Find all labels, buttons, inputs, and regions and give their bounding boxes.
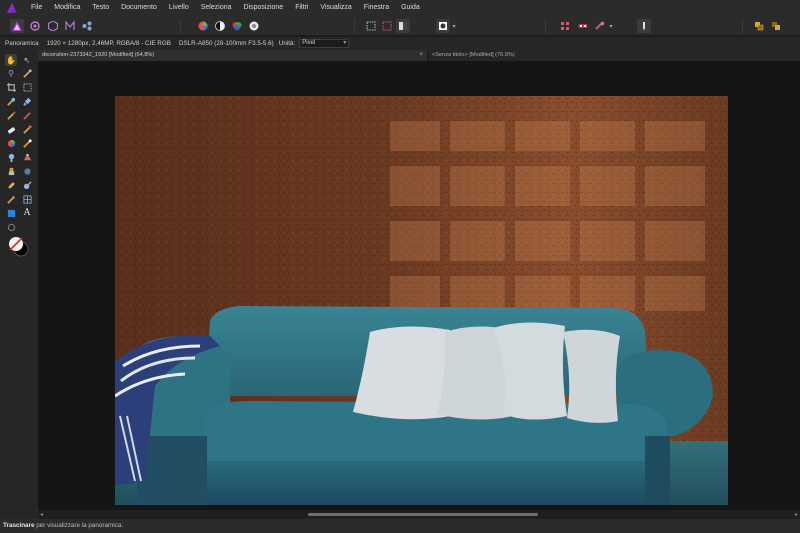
color-picker-icon[interactable] bbox=[21, 67, 33, 79]
app-logo-icon[interactable] bbox=[7, 3, 17, 13]
pen-icon[interactable] bbox=[5, 193, 17, 205]
hand-icon[interactable]: ✋ bbox=[5, 54, 17, 66]
scroll-left-icon[interactable]: ◂ bbox=[40, 511, 43, 518]
fill-icon[interactable] bbox=[5, 137, 17, 149]
toolbar: ▾ ▾ bbox=[0, 16, 800, 36]
photo-persona-icon[interactable] bbox=[10, 19, 24, 33]
tools-panel: ✋ ↖ ⚲ A bbox=[0, 50, 38, 519]
view-tool-icon[interactable] bbox=[5, 221, 17, 233]
context-tool-name: Panoramica bbox=[5, 40, 39, 47]
erase-brush-icon[interactable] bbox=[5, 123, 17, 135]
color-replace-icon[interactable] bbox=[21, 123, 33, 135]
menu-bar: File Modifica Testo Documento Livello Se… bbox=[0, 0, 800, 16]
lens-info: DSLR-A850 (28-100mm F3.5-5.6) bbox=[178, 40, 274, 47]
toolbar-separator bbox=[545, 19, 546, 33]
dodge-icon[interactable] bbox=[5, 151, 17, 163]
tab-decoration[interactable]: decoration-2373342_1920 [Modified] (64,8… bbox=[38, 50, 428, 61]
burn-icon[interactable] bbox=[21, 151, 33, 163]
chevron-down-icon[interactable]: ▾ bbox=[450, 19, 458, 33]
macro-record-icon[interactable] bbox=[593, 19, 607, 33]
mesh-warp-icon[interactable] bbox=[21, 193, 33, 205]
horizontal-scrollbar[interactable]: ◂ ▸ bbox=[38, 510, 800, 519]
inpainting-icon[interactable] bbox=[21, 179, 33, 191]
canvas-area[interactable] bbox=[38, 61, 800, 510]
selection-mode-subtract-icon[interactable] bbox=[380, 19, 394, 33]
marquee-icon[interactable] bbox=[21, 81, 33, 93]
menu-documento[interactable]: Documento bbox=[115, 0, 163, 16]
tab-decoration-label: decoration-2373342_1920 [Modified] (64,8… bbox=[42, 52, 155, 58]
scrollbar-thumb[interactable] bbox=[308, 513, 538, 516]
document-info: 1920 × 1280px, 2,46MP, RGBA/8 - CIE RGB bbox=[46, 40, 171, 47]
menu-visualizza[interactable]: Visualizza bbox=[314, 0, 357, 16]
snapping-icon[interactable] bbox=[558, 19, 572, 33]
move-icon[interactable]: ↖ bbox=[21, 54, 33, 66]
tab-untitled[interactable]: <Senza titolo> [Modified] (76,9%) bbox=[428, 50, 800, 61]
healing-brush-icon[interactable] bbox=[5, 179, 17, 191]
menu-seleziona[interactable]: Seleziona bbox=[195, 0, 238, 16]
units-label: Unità: bbox=[278, 40, 296, 47]
units-value: Pixel bbox=[302, 40, 316, 46]
color-swatches-icon[interactable] bbox=[7, 236, 31, 258]
clone-icon[interactable] bbox=[5, 165, 17, 177]
status-hint-text: per visualizzare la panoramica. bbox=[34, 522, 124, 529]
selection-mode-new-icon[interactable] bbox=[364, 19, 378, 33]
liquify-persona-icon[interactable] bbox=[28, 19, 42, 33]
blur-brush-icon[interactable] bbox=[21, 165, 33, 177]
auto-colors-icon[interactable] bbox=[230, 19, 244, 33]
arrange-front-icon[interactable] bbox=[769, 19, 783, 33]
menu-filtri[interactable]: Filtri bbox=[289, 0, 314, 16]
rectangle-shape-icon[interactable] bbox=[5, 207, 17, 219]
context-toolbar: Panoramica 1920 × 1280px, 2,46MP, RGBA/8… bbox=[0, 37, 800, 50]
flood-select-icon[interactable] bbox=[21, 95, 33, 107]
develop-persona-icon[interactable] bbox=[46, 19, 60, 33]
selection-mode-intersect-icon[interactable] bbox=[396, 19, 410, 33]
auto-contrast-icon[interactable] bbox=[213, 19, 227, 33]
auto-white-balance-icon[interactable] bbox=[247, 19, 261, 33]
menu-guida[interactable]: Guida bbox=[395, 0, 426, 16]
menu-testo[interactable]: Testo bbox=[86, 0, 115, 16]
menu-finestra[interactable]: Finestra bbox=[358, 0, 395, 16]
status-bar: Trascinare per visualizzare la panoramic… bbox=[0, 519, 800, 533]
toolbar-separator bbox=[742, 19, 743, 33]
quick-mask-icon[interactable] bbox=[436, 19, 450, 33]
chevron-down-icon[interactable]: ▾ bbox=[607, 19, 615, 33]
menu-disposizione[interactable]: Disposizione bbox=[238, 0, 290, 16]
export-persona-icon[interactable] bbox=[80, 19, 94, 33]
units-select[interactable]: Pixel bbox=[299, 39, 350, 48]
paint-brush-icon[interactable] bbox=[5, 109, 17, 121]
toolbar-separator bbox=[354, 19, 355, 33]
pixel-tool-icon[interactable] bbox=[21, 109, 33, 121]
assistant-icon[interactable] bbox=[576, 19, 590, 33]
close-icon[interactable]: × bbox=[419, 50, 423, 61]
scroll-right-icon[interactable]: ▸ bbox=[795, 511, 798, 518]
document-tabs: decoration-2373342_1920 [Modified] (64,8… bbox=[38, 50, 800, 61]
selection-brush-icon[interactable] bbox=[5, 95, 17, 107]
arrange-back-icon[interactable] bbox=[752, 19, 766, 33]
crop-icon[interactable] bbox=[5, 81, 17, 93]
menu-file[interactable]: File bbox=[25, 0, 48, 16]
menu-livello[interactable]: Livello bbox=[163, 0, 195, 16]
toolbar-separator bbox=[180, 19, 181, 33]
pen-tool-icon[interactable] bbox=[637, 19, 651, 33]
status-hint-bold: Trascinare bbox=[3, 522, 35, 529]
text-tool-icon[interactable]: A bbox=[21, 207, 33, 219]
zoom-icon[interactable]: ⚲ bbox=[5, 67, 17, 79]
tab-untitled-label: <Senza titolo> [Modified] (76,9%) bbox=[432, 52, 515, 58]
photo-artwork bbox=[115, 96, 728, 505]
document-image[interactable] bbox=[115, 96, 728, 505]
tone-mapping-persona-icon[interactable] bbox=[63, 19, 77, 33]
auto-levels-icon[interactable] bbox=[196, 19, 210, 33]
gradient-icon[interactable] bbox=[21, 137, 33, 149]
menu-modifica[interactable]: Modifica bbox=[48, 0, 86, 16]
